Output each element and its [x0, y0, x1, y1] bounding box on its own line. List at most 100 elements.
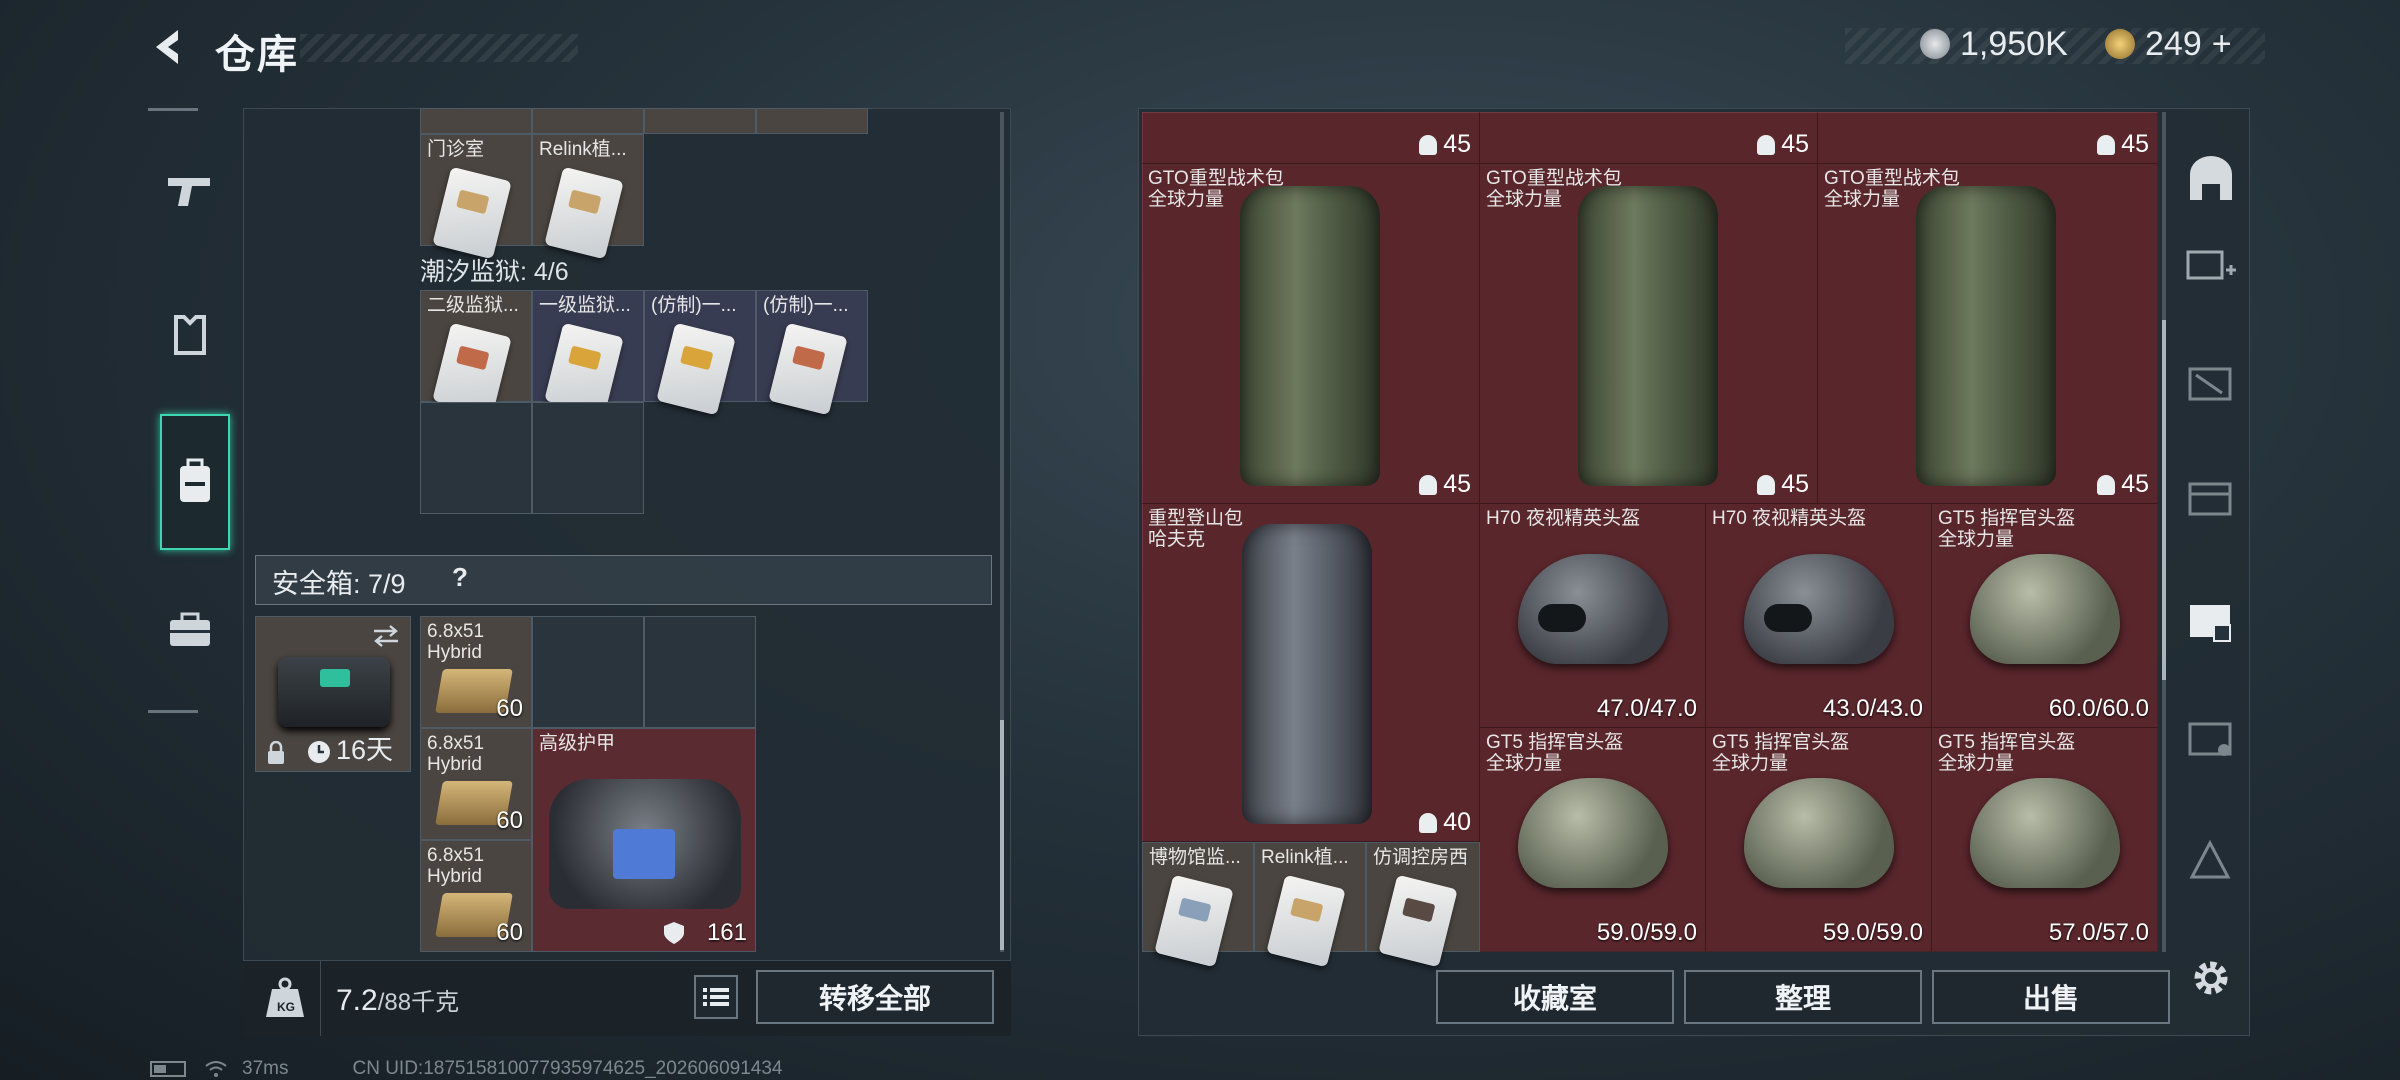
gold-coin-icon: [2105, 29, 2135, 59]
rail-divider: [148, 710, 198, 713]
item-cell[interactable]: 45: [1818, 112, 2158, 164]
storage-tab-add[interactable]: [2180, 232, 2242, 292]
item-cell[interactable]: [420, 108, 532, 134]
storage-tab-2[interactable]: [2180, 350, 2242, 410]
item-name: 二级监狱...: [427, 295, 519, 316]
premium-currency[interactable]: 249 +: [2105, 20, 2232, 68]
keycard-item[interactable]: 门诊室: [420, 134, 532, 260]
empty-slot[interactable]: [644, 616, 756, 728]
clock-icon: [308, 741, 330, 763]
toolbox-tab[interactable]: [150, 585, 230, 675]
armor-item[interactable]: 高级护甲 161: [532, 728, 756, 952]
vault-icon: [2190, 156, 2232, 200]
helmet-item[interactable]: GT5 指挥官头盔 全球力量 59.0/59.0: [1480, 728, 1706, 952]
backpack-icon: [1240, 186, 1380, 486]
swap-icon[interactable]: [372, 625, 400, 647]
helmet-durability: 57.0/57.0: [2048, 919, 2149, 946]
ammo-item[interactable]: 6.8x51 Hybrid 60: [420, 840, 532, 952]
item-name: H70 夜视精英头盔: [1712, 508, 1867, 529]
weight-badge: 40: [1419, 808, 1471, 837]
safe-box-label: 安全箱: 7/9: [272, 569, 406, 599]
item-cell[interactable]: [756, 108, 868, 134]
toolbox-icon: [170, 612, 210, 646]
backpack-item[interactable]: GTO重型战术包 全球力量 45: [1142, 164, 1480, 504]
backpack-item[interactable]: GTO重型战术包 全球力量 45: [1818, 164, 2158, 504]
empty-slot[interactable]: [532, 616, 644, 728]
storage-scrollbar-thumb[interactable]: [2162, 320, 2166, 680]
storage-tab-6[interactable]: [2180, 828, 2242, 888]
back-icon[interactable]: [148, 24, 194, 70]
premium-amount: 249: [2145, 24, 2202, 63]
helmet-durability: 59.0/59.0: [1596, 919, 1697, 946]
backpack-tab[interactable]: [160, 414, 230, 550]
collection-room-button[interactable]: 收藏室: [1436, 970, 1674, 1024]
weight-badge: 45: [1757, 130, 1809, 159]
weight-icon: [1419, 474, 1438, 495]
backpack-item[interactable]: GTO重型战术包 全球力量 45: [1480, 164, 1818, 504]
empty-slot[interactable]: [532, 402, 644, 514]
helmet-item[interactable]: GT5 指挥官头盔 全球力量 57.0/57.0: [1932, 728, 2158, 952]
keycard-icon: [432, 166, 512, 260]
item-weight: 45: [1781, 130, 1809, 158]
weight-badge: 45: [2097, 470, 2149, 499]
storage-box-icon: [2190, 605, 2231, 642]
helmet-item[interactable]: GT5 指挥官头盔 全球力量 60.0/60.0: [1932, 504, 2158, 728]
sort-button[interactable]: 整理: [1684, 970, 1922, 1024]
backpack-item[interactable]: 重型登山包 哈夫克 40: [1142, 504, 1480, 842]
item-cell[interactable]: [532, 108, 644, 134]
weight-icon: [1757, 474, 1776, 495]
help-icon[interactable]: ?: [452, 562, 468, 593]
battery-icon: [150, 1061, 186, 1077]
helmet-item[interactable]: H70 夜视精英头盔 47.0/47.0: [1480, 504, 1706, 728]
keycard-item[interactable]: Relink植...: [532, 134, 644, 260]
storage-tab-main[interactable]: [2180, 148, 2242, 208]
item-count: 60: [496, 919, 523, 946]
settings-button[interactable]: [2180, 948, 2242, 1008]
armor-tab[interactable]: [150, 290, 230, 380]
weight-icon: [2097, 134, 2116, 155]
keycard-item[interactable]: 一级监狱...: [532, 290, 644, 416]
keycard-item[interactable]: 二级监狱...: [420, 290, 532, 416]
keycard-item[interactable]: (仿制)一...: [756, 290, 868, 416]
item-weight: 45: [1443, 470, 1471, 498]
storage-box-icon: [2189, 839, 2231, 879]
storage-tab-4[interactable]: [2180, 590, 2242, 650]
safe-box-container[interactable]: 16天: [255, 616, 411, 772]
item-cell[interactable]: 45: [1480, 112, 1818, 164]
storage-tab-5[interactable]: [2180, 705, 2242, 765]
helmet-item[interactable]: GT5 指挥官头盔 全球力量 59.0/59.0: [1706, 728, 1932, 952]
list-view-button[interactable]: [694, 975, 738, 1019]
helmet-icon: [1744, 554, 1894, 664]
ping-text: 37ms: [242, 1058, 289, 1079]
item-cell[interactable]: 45: [1142, 112, 1480, 164]
scrollbar-thumb[interactable]: [1000, 720, 1004, 950]
item-name: Relink植...: [539, 139, 627, 160]
keycard-item[interactable]: Relink植...: [1254, 842, 1366, 968]
sell-button[interactable]: 出售: [1932, 970, 2170, 1024]
item-name: 6.8x51 Hybrid: [427, 733, 485, 775]
keycard-item[interactable]: 仿调控房西: [1366, 842, 1480, 968]
item-weight: 45: [2121, 130, 2149, 158]
item-weight: 40: [1443, 808, 1471, 836]
keycard-item[interactable]: (仿制)一...: [644, 290, 756, 416]
helmet-item[interactable]: H70 夜视精英头盔 43.0/43.0: [1706, 504, 1932, 728]
keycard-item[interactable]: 博物馆监...: [1142, 842, 1254, 968]
helmet-durability: 47.0/47.0: [1596, 695, 1697, 722]
ammo-item[interactable]: 6.8x51 Hybrid 60: [420, 728, 532, 840]
ammo-item[interactable]: 6.8x51 Hybrid 60: [420, 616, 532, 728]
add-currency-button[interactable]: +: [2212, 25, 2232, 64]
armor-durability: 161: [706, 919, 747, 946]
transfer-all-button[interactable]: 转移全部: [756, 970, 994, 1024]
storage-tab-3[interactable]: [2180, 465, 2242, 525]
keycard-icon: [544, 166, 624, 260]
add-storage-icon: [2186, 250, 2236, 280]
weight-icon: [1757, 134, 1776, 155]
item-cell[interactable]: [644, 108, 756, 134]
item-name: 6.8x51 Hybrid: [427, 845, 485, 887]
empty-slot[interactable]: [420, 402, 532, 514]
page-title: 仓库: [215, 33, 299, 77]
weapon-tab[interactable]: [150, 145, 230, 235]
title-decoration: [300, 34, 578, 62]
item-weight: 45: [2121, 470, 2149, 498]
prison-section-label: 潮汐监狱: 4/6: [420, 258, 569, 286]
